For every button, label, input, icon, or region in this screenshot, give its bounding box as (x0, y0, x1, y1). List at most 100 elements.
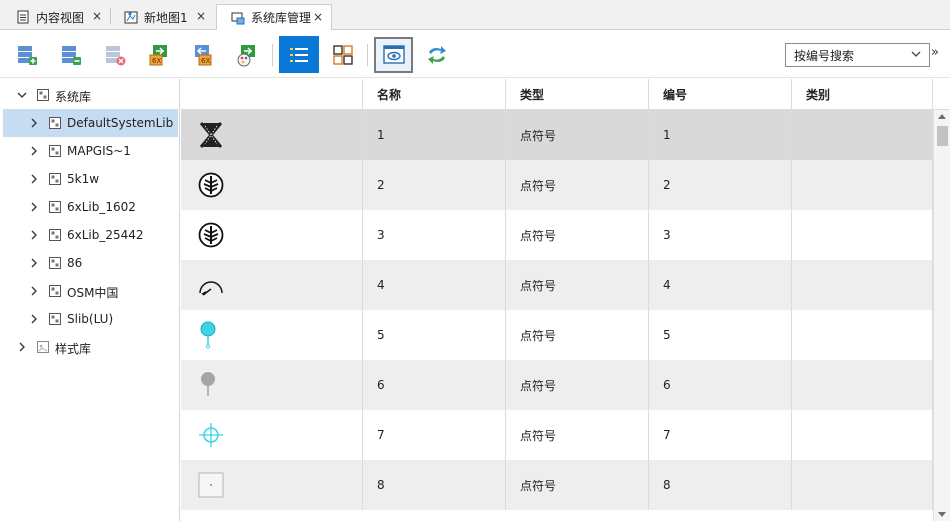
export-6x-button[interactable]: 6X (186, 38, 220, 72)
cell-id: 5 (649, 310, 792, 360)
circled-tree-symbol-alt-icon (181, 210, 363, 260)
table-row[interactable]: 6 点符号 6 (181, 360, 933, 410)
symbol-library-icon (49, 285, 61, 297)
symbol-library-icon (49, 229, 61, 241)
tree-node-style-library[interactable]: 样式库 (0, 333, 180, 361)
table-row[interactable]: 3 点符号 3 (181, 210, 933, 260)
chevron-down-icon[interactable] (16, 89, 28, 101)
cell-name: 2 (363, 160, 506, 210)
tree-node-library[interactable]: DefaultSystemLib (3, 109, 178, 137)
tree-node-library[interactable]: MAPGIS~1 (0, 137, 180, 165)
vertical-scrollbar[interactable] (933, 110, 950, 521)
table-row[interactable]: 5 点符号 5 (181, 310, 933, 360)
tree-node-library[interactable]: 6xLib_1602 (0, 193, 180, 221)
tree-node-label: 6xLib_25442 (67, 228, 144, 242)
tree-node-library[interactable]: Slib(LU) (0, 305, 180, 333)
table-row[interactable]: 2 点符号 2 (181, 160, 933, 210)
tab-label: 系统库管理 (251, 11, 312, 25)
search-mode-select[interactable]: 按编号搜索 (785, 43, 930, 67)
svg-text:6X: 6X (201, 57, 210, 65)
symbol-library-icon (49, 145, 61, 157)
tab-system-library-manager[interactable]: 系统库管理 × (216, 4, 332, 31)
symbol-library-icon (49, 117, 61, 129)
chevron-right-icon[interactable] (28, 145, 40, 157)
cell-name: 8 (363, 460, 506, 510)
export-6x-icon: 6X (195, 45, 212, 66)
cell-category (792, 210, 933, 260)
tree-node-library[interactable]: 6xLib_25442 (0, 221, 180, 249)
close-icon[interactable]: × (92, 9, 102, 23)
map-icon (124, 11, 138, 24)
chevron-right-icon[interactable] (28, 285, 40, 297)
cell-id: 7 (649, 410, 792, 460)
circled-tree-symbol-icon (181, 160, 363, 210)
cell-category (792, 360, 933, 410)
table-row[interactable]: 1 点符号 1 (181, 110, 933, 160)
column-header-type[interactable]: 类型 (506, 79, 649, 110)
grid-view-icon (333, 45, 353, 65)
svg-text:6X: 6X (152, 57, 161, 65)
tree-node-library[interactable]: 86 (0, 249, 180, 277)
grid-view-button[interactable] (326, 38, 360, 72)
add-library-button[interactable] (10, 38, 44, 72)
remove-library-button[interactable] (54, 38, 88, 72)
tree-node-system-library[interactable]: 系统库 (0, 81, 180, 109)
chevron-right-icon[interactable] (28, 173, 40, 185)
scroll-up-icon[interactable] (938, 114, 946, 119)
cell-id: 1 (649, 110, 792, 160)
symbol-library-icon (49, 313, 61, 325)
chevron-right-icon[interactable] (16, 341, 28, 353)
close-icon[interactable]: × (196, 9, 206, 23)
chevron-right-icon[interactable] (28, 201, 40, 213)
scroll-thumb[interactable] (937, 126, 948, 146)
cell-type: 点符号 (506, 260, 649, 310)
cell-category (792, 160, 933, 210)
column-header-preview[interactable] (181, 79, 363, 110)
tab-content-view[interactable]: 内容视图 × (2, 4, 110, 30)
library-tree: 系统库 DefaultSystemLib MAPGIS~1 5k1w 6xLib_16… (0, 79, 180, 521)
delete-library-button[interactable] (98, 38, 132, 72)
cell-type: 点符号 (506, 110, 649, 160)
small-square-symbol-icon (181, 460, 363, 510)
table-row[interactable]: 7 点符号 7 (181, 410, 933, 460)
chevron-right-icon[interactable] (28, 257, 40, 269)
cell-type: 点符号 (506, 160, 649, 210)
column-header-id[interactable]: 编号 (649, 79, 792, 110)
add-library-icon (18, 46, 37, 65)
cell-id: 4 (649, 260, 792, 310)
chevron-right-icon[interactable] (28, 117, 40, 129)
toolbar: 6X 6X 按编号搜索 » (0, 30, 950, 78)
list-view-button[interactable] (279, 36, 319, 73)
close-icon[interactable]: × (313, 10, 323, 24)
style-library-button[interactable] (230, 38, 264, 72)
cell-id: 8 (649, 460, 792, 510)
tree-node-label: 5k1w (67, 172, 100, 186)
import-6x-button[interactable]: 6X (142, 38, 176, 72)
preview-button[interactable] (374, 37, 413, 73)
cell-category (792, 110, 933, 160)
tab-new-map[interactable]: 新地图1 × (110, 4, 214, 30)
delete-library-icon (106, 46, 126, 66)
column-header-category[interactable]: 类别 (792, 79, 933, 110)
scroll-down-icon[interactable] (938, 512, 946, 517)
hourglass-x-symbol-icon (181, 110, 363, 160)
refresh-icon (428, 46, 446, 64)
crosshair-symbol-icon (181, 410, 363, 460)
table-row[interactable]: 4 点符号 4 (181, 260, 933, 310)
search-mode-value: 按编号搜索 (794, 48, 855, 63)
toolbar-overflow-button[interactable]: » (931, 45, 947, 65)
cell-type: 点符号 (506, 310, 649, 360)
preview-icon (382, 45, 405, 64)
library-manager-icon (231, 12, 245, 24)
chevron-right-icon[interactable] (28, 229, 40, 241)
toolbar-divider (272, 44, 273, 66)
chevron-right-icon[interactable] (28, 313, 40, 325)
refresh-button[interactable] (420, 38, 454, 72)
gray-pin-symbol-icon (181, 360, 363, 410)
tree-node-library[interactable]: 5k1w (0, 165, 180, 193)
table-row[interactable]: 8 点符号 8 (181, 460, 933, 510)
column-header-name[interactable]: 名称 (363, 79, 506, 110)
tree-node-library[interactable]: OSM中国 (0, 277, 180, 305)
tree-node-label: 6xLib_1602 (67, 200, 136, 214)
tree-node-label: 样式库 (55, 342, 92, 356)
